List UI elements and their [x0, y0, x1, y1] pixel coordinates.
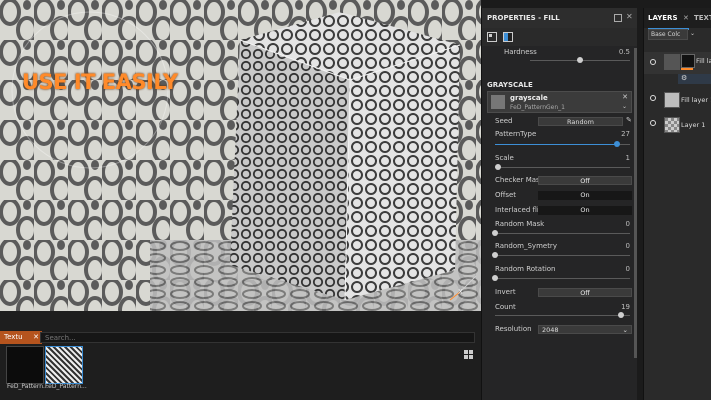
layer-name: Layer 1	[681, 121, 706, 129]
slider-knob[interactable]	[613, 141, 620, 147]
layer-item[interactable]: Fill lay	[644, 52, 711, 74]
seed-label: Seed	[495, 117, 513, 125]
interlaced-flip-label: Interlaced flip	[495, 206, 544, 214]
layer-item[interactable]: Layer 1	[644, 113, 711, 135]
scale-label: Scale	[495, 154, 514, 162]
offset-label: Offset	[495, 191, 517, 199]
visibility-eye-icon[interactable]	[650, 120, 656, 126]
close-icon[interactable]: ✕	[626, 12, 633, 21]
slider-knob[interactable]	[577, 57, 583, 63]
random-symetry-slider[interactable]	[492, 252, 630, 258]
overlay-title-text: USE IT EASILY	[22, 70, 178, 94]
grayscale-section-title: GRAYSCALE	[487, 81, 533, 89]
checker-mask-toggle[interactable]: Off	[538, 176, 632, 185]
slider-knob[interactable]	[617, 312, 624, 318]
shelf-search-input[interactable]: Search...	[40, 332, 475, 343]
gizmo-axis-label: X	[458, 288, 463, 296]
scale-value: 1	[625, 154, 630, 162]
visibility-eye-icon[interactable]	[650, 59, 656, 65]
random-rotation-slider[interactable]	[492, 275, 630, 281]
grid-view-icon[interactable]	[464, 350, 473, 359]
count-value: 19	[621, 303, 630, 311]
layer-mask-thumb-icon	[681, 54, 695, 68]
layer-thumb-icon	[664, 117, 680, 133]
fill-effect-icon: ⚙	[681, 74, 688, 82]
random-mask-slider[interactable]	[492, 230, 630, 236]
interlaced-flip-toggle[interactable]: On	[538, 206, 632, 215]
hardness-value: 0.5	[618, 48, 630, 56]
resource-remove-icon[interactable]: ✕	[622, 93, 628, 101]
checker-mask-label: Checker Mask	[495, 176, 544, 184]
properties-panel: PROPERTIES - FILL ✕ Hardness 0.5 GRAYSCA…	[481, 8, 638, 400]
layers-panel: LAYERS ✕ TEXTU Base Colc ⌄ Fill lay ⚙ Fi…	[643, 8, 711, 400]
properties-toolbar	[482, 28, 638, 46]
count-label: Count	[495, 303, 516, 311]
restore-icon[interactable]	[614, 14, 622, 22]
shelf-tab-textures[interactable]: Textu ✕	[0, 331, 42, 344]
invert-toggle[interactable]: Off	[538, 288, 632, 297]
visibility-eye-icon[interactable]	[650, 95, 656, 101]
shelf-thumbnail[interactable]	[6, 346, 44, 384]
resolution-label: Resolution	[495, 325, 532, 333]
layer-thumb-icon	[664, 92, 680, 108]
scale-slider[interactable]	[494, 164, 630, 170]
tab-layers-label: LAYERS	[648, 14, 678, 22]
slider-knob[interactable]	[494, 164, 501, 170]
top-bar	[481, 0, 711, 8]
random-mask-label: Random Mask	[495, 220, 545, 228]
grayscale-resource-box[interactable]: grayscale FeD_PatternGen_1 ✕ ⌄	[487, 91, 632, 113]
random-symetry-value: 0	[625, 242, 630, 250]
seed-random-button[interactable]: Random	[538, 117, 623, 126]
chevron-down-icon[interactable]: ⌄	[622, 103, 627, 110]
offset-toggle[interactable]: On	[538, 191, 632, 200]
hardness-slider[interactable]	[530, 57, 630, 63]
resource-thumb-icon	[491, 95, 505, 109]
shelf-tab-label: Textu	[4, 333, 23, 341]
pattern-type-label: PatternType	[495, 130, 537, 138]
slider-fill	[495, 144, 617, 145]
shelf-thumbnail-label: FeD_Pattern...	[7, 383, 49, 390]
invert-label: Invert	[495, 288, 516, 296]
pattern-type-slider[interactable]	[495, 141, 630, 147]
shelf-panel: Textu ✕ Search... FeD_Pattern... FeD_Pat…	[0, 311, 481, 400]
shelf-thumbnail[interactable]	[45, 346, 83, 384]
chevron-down-icon: ⌄	[622, 326, 628, 334]
pattern-type-value: 27	[621, 130, 630, 138]
resource-name: grayscale	[510, 94, 548, 102]
fill-effect-row[interactable]: ⚙	[678, 74, 711, 84]
hardness-label: Hardness	[504, 48, 537, 56]
resource-subname: FeD_PatternGen_1	[510, 104, 565, 111]
material-icon[interactable]	[503, 32, 513, 42]
shelf-thumbnail-label: FeD_Pattern...	[45, 383, 87, 390]
random-rotation-value: 0	[625, 265, 630, 273]
tab-layers[interactable]: LAYERS ✕	[648, 8, 689, 30]
3d-viewport[interactable]: USE IT EASILY X	[0, 0, 481, 311]
slider-knob[interactable]	[492, 252, 498, 258]
chevron-down-icon[interactable]: ⌄	[690, 30, 695, 37]
viewport-scene	[0, 0, 481, 311]
resolution-value: 2048	[542, 326, 559, 334]
edit-pencil-icon[interactable]: ✎	[626, 116, 632, 124]
slider-knob[interactable]	[492, 275, 498, 281]
layer-name: Fill lay	[696, 57, 711, 65]
layer-color-bar	[681, 68, 693, 70]
random-mask-value: 0	[625, 220, 630, 228]
resolution-dropdown[interactable]: 2048 ⌄	[538, 325, 632, 334]
slider-knob[interactable]	[492, 230, 498, 236]
count-slider[interactable]	[495, 312, 630, 318]
random-rotation-label: Random Rotation	[495, 265, 556, 273]
random-symetry-label: Random_Symetry	[495, 242, 557, 250]
close-icon[interactable]: ✕	[683, 14, 689, 22]
layers-tab-bar: LAYERS ✕ TEXTU	[644, 8, 711, 30]
shelf-tab-close-icon[interactable]: ✕	[33, 331, 39, 344]
layer-settings-icon[interactable]	[487, 32, 497, 42]
layer-thumb-icon	[664, 54, 680, 70]
tab-textures[interactable]: TEXTU	[694, 8, 711, 28]
channel-select[interactable]: Base Colc	[648, 29, 688, 40]
layer-name: Fill layer 1	[681, 96, 711, 104]
layer-item[interactable]: Fill layer 1	[644, 88, 711, 110]
